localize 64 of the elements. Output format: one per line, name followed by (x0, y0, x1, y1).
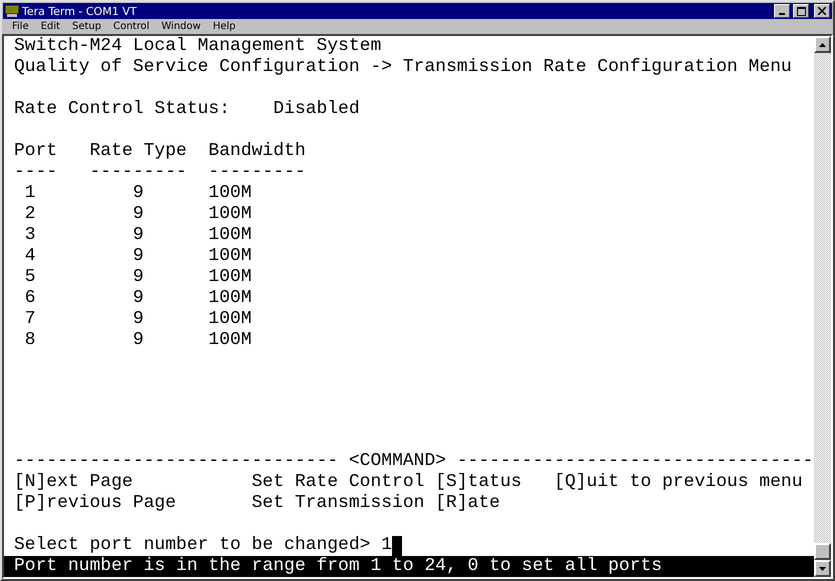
column-rule: --------- (90, 162, 187, 182)
up-arrow-icon (819, 42, 826, 46)
menu-item[interactable]: Window (155, 20, 207, 32)
table-cell: 9 (132, 183, 144, 203)
scroll-down-button[interactable] (814, 560, 831, 577)
table-cell: 100M (208, 288, 252, 308)
table-cell: 9 (132, 225, 144, 245)
prompt-text: Select port number to be changed> (14, 535, 370, 556)
table-cell: 100M (208, 183, 252, 203)
command-option: [Q]uit to previous menu (554, 472, 803, 492)
table-cell: 2 (24, 204, 36, 224)
table-cell: 6 (24, 288, 36, 308)
close-button[interactable] (814, 4, 830, 18)
menu-item[interactable]: Control (107, 20, 156, 32)
menu-item[interactable]: File (6, 20, 35, 32)
column-rule: --------- (208, 162, 306, 182)
column-rule: ---- (14, 162, 58, 182)
minimize-button[interactable] (774, 4, 790, 18)
table-cell: 100M (208, 309, 252, 329)
command-heading: <COMMAND> (348, 451, 446, 472)
command-option: Set Transmission [R]ate (252, 493, 500, 513)
table-cell: 9 (132, 288, 144, 308)
table-cell: 8 (24, 330, 36, 350)
table-cell: 5 (24, 267, 36, 287)
table-cell: 100M (208, 204, 252, 224)
table-cell: 3 (24, 225, 36, 245)
column-heading: Port (14, 141, 58, 161)
command-option: [P]revious Page (14, 493, 176, 513)
rule-dashes: ------------------------------ (14, 451, 338, 472)
table-cell: 9 (132, 309, 144, 329)
terminal-line: Quality of Service Configuration -> Transmission Rate Configuration Menu (14, 57, 792, 78)
column-heading: Rate Type (90, 141, 187, 161)
menu-item[interactable]: Edit (34, 20, 66, 32)
menu-item[interactable]: Help (206, 20, 242, 32)
text-cursor (392, 536, 402, 556)
table-cell: 9 (132, 246, 144, 266)
column-heading: Bandwidth (208, 141, 306, 161)
status-label: Rate Control Status: (14, 99, 232, 120)
status-value: Disabled (273, 99, 360, 120)
scroll-thumb[interactable] (814, 543, 831, 560)
table-cell: 100M (208, 267, 252, 287)
table-cell: 100M (208, 225, 252, 245)
table-cell: 4 (24, 246, 36, 266)
down-arrow-icon (819, 566, 826, 570)
rule-dashes: --------------------------------- (456, 451, 814, 472)
maximize-button[interactable] (793, 4, 809, 18)
terminal-line: Switch-M24 Local Management System (14, 36, 382, 57)
menu-item[interactable]: Setup (66, 20, 108, 32)
window-title: Tera Term - COM1 VT (22, 4, 138, 18)
scrollbar[interactable] (814, 36, 831, 577)
table-cell: 9 (132, 204, 144, 224)
table-cell: 7 (24, 309, 36, 329)
table-cell: 100M (208, 246, 252, 266)
table-cell: 9 (132, 330, 144, 350)
close-icon (818, 7, 826, 15)
scroll-up-button[interactable] (814, 36, 831, 53)
table-cell: 9 (132, 267, 144, 287)
table-cell: 1 (24, 183, 36, 203)
table-cell: 100M (208, 330, 252, 350)
maximize-icon (796, 6, 806, 16)
input-value[interactable]: 1 (381, 535, 392, 556)
command-option: Set Rate Control [S]tatus (252, 472, 522, 492)
command-option: [N]ext Page (14, 472, 133, 492)
app-icon (5, 5, 19, 17)
